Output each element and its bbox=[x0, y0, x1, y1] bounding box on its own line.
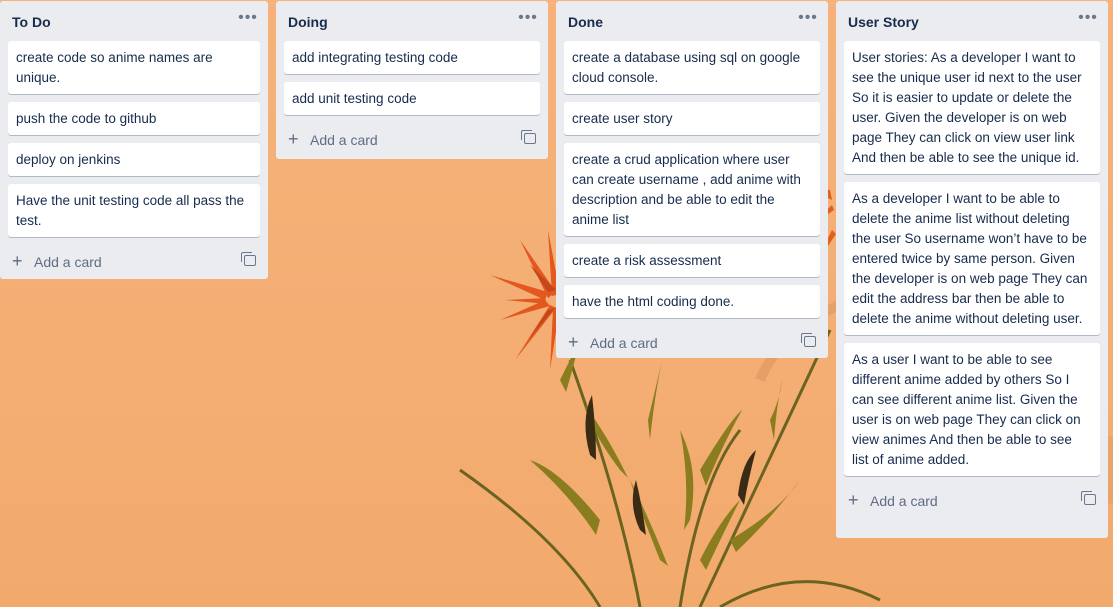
card[interactable]: User stories: As a developer I want to s… bbox=[844, 41, 1100, 174]
card[interactable]: create a risk assessment bbox=[564, 244, 820, 277]
list-title[interactable]: User Story bbox=[848, 14, 919, 30]
more-horizontal-icon[interactable]: ••• bbox=[796, 9, 820, 33]
card[interactable]: add integrating testing code bbox=[284, 41, 540, 74]
card[interactable]: create a database using sql on google cl… bbox=[564, 41, 820, 94]
card[interactable]: deploy on jenkins bbox=[8, 143, 260, 176]
add-card-button[interactable]: + Add a card bbox=[8, 245, 260, 281]
add-card-label: Add a card bbox=[870, 493, 938, 509]
card[interactable]: create user story bbox=[564, 102, 820, 135]
card[interactable]: have the html coding done. bbox=[564, 285, 820, 318]
list-header: Doing ••• bbox=[284, 1, 540, 41]
list-user-story: User Story ••• User stories: As a develo… bbox=[836, 1, 1108, 538]
list-doing: Doing ••• add integrating testing code a… bbox=[276, 1, 548, 159]
list-title[interactable]: Doing bbox=[288, 14, 328, 30]
list-title[interactable]: Done bbox=[568, 14, 603, 30]
card[interactable]: As a developer I want to be able to dele… bbox=[844, 182, 1100, 335]
add-card-button[interactable]: + Add a card bbox=[564, 326, 820, 362]
card[interactable]: Have the unit testing code all pass the … bbox=[8, 184, 260, 237]
list-header: Done ••• bbox=[564, 1, 820, 41]
plus-icon: + bbox=[288, 129, 299, 149]
more-horizontal-icon[interactable]: ••• bbox=[1076, 9, 1100, 33]
list-done: Done ••• create a database using sql on … bbox=[556, 1, 828, 358]
more-horizontal-icon[interactable]: ••• bbox=[516, 9, 540, 33]
list-title[interactable]: To Do bbox=[12, 14, 51, 30]
card[interactable]: create code so anime names are unique. bbox=[8, 41, 260, 94]
card[interactable]: create a crud application where user can… bbox=[564, 143, 820, 236]
card-template-icon[interactable] bbox=[801, 333, 816, 347]
list-header: User Story ••• bbox=[844, 1, 1100, 41]
list-header: To Do ••• bbox=[8, 1, 260, 41]
add-card-label: Add a card bbox=[310, 132, 378, 148]
plus-icon: + bbox=[848, 490, 859, 510]
add-card-label: Add a card bbox=[590, 335, 658, 351]
add-card-button[interactable]: + Add a card bbox=[284, 123, 540, 159]
card-template-icon[interactable] bbox=[521, 130, 536, 144]
card[interactable]: add unit testing code bbox=[284, 82, 540, 115]
card[interactable]: push the code to github bbox=[8, 102, 260, 135]
add-card-label: Add a card bbox=[34, 254, 102, 270]
more-horizontal-icon[interactable]: ••• bbox=[236, 9, 260, 33]
add-card-button[interactable]: + Add a card bbox=[844, 484, 1100, 520]
list-to-do: To Do ••• create code so anime names are… bbox=[0, 1, 268, 279]
card-template-icon[interactable] bbox=[241, 252, 256, 266]
plus-icon: + bbox=[568, 332, 579, 352]
card[interactable]: As a user I want to be able to see diffe… bbox=[844, 343, 1100, 476]
board: To Do ••• create code so anime names are… bbox=[0, 0, 1113, 607]
plus-icon: + bbox=[12, 251, 23, 271]
card-template-icon[interactable] bbox=[1081, 491, 1096, 505]
